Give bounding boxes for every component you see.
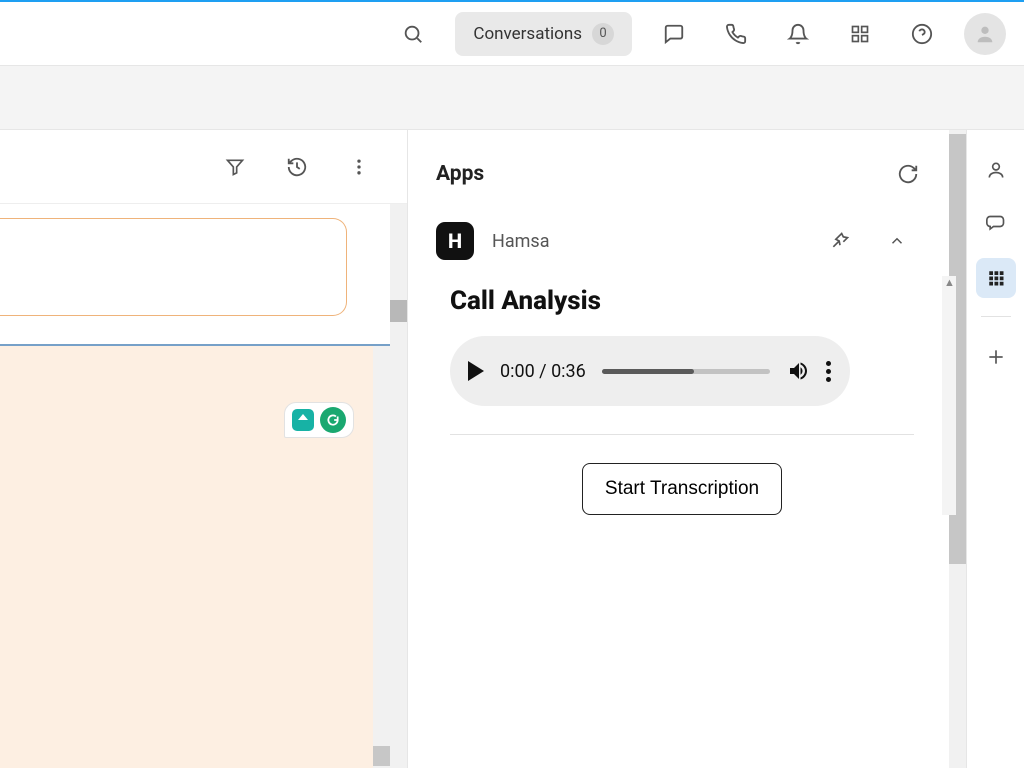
scrollbar-track[interactable] bbox=[942, 276, 956, 515]
history-icon[interactable] bbox=[277, 147, 317, 187]
scrollbar-track[interactable] bbox=[373, 346, 390, 768]
chat-icon[interactable] bbox=[654, 14, 694, 54]
conversation-list[interactable] bbox=[0, 204, 407, 768]
avatar[interactable] bbox=[964, 13, 1006, 55]
rail-add-icon[interactable] bbox=[976, 337, 1016, 377]
chevron-up-icon[interactable] bbox=[888, 232, 928, 250]
grammarly-icon bbox=[320, 407, 346, 433]
scrollbar-thumb[interactable] bbox=[390, 300, 407, 322]
start-transcription-button[interactable]: Start Transcription bbox=[582, 463, 782, 515]
audio-seek-track[interactable] bbox=[602, 369, 770, 374]
play-button[interactable] bbox=[468, 361, 484, 381]
bell-icon[interactable] bbox=[778, 14, 818, 54]
app-body: ▲ Call Analysis 0:00 / 0:36 Start Transc… bbox=[436, 276, 928, 515]
hamsa-logo-icon: H bbox=[436, 222, 474, 260]
grammarly-chip[interactable] bbox=[284, 402, 354, 438]
compose-area[interactable] bbox=[0, 344, 390, 768]
rail-apps-grid-icon[interactable] bbox=[976, 258, 1016, 298]
left-toolbar bbox=[0, 130, 407, 204]
section-title: Call Analysis bbox=[450, 286, 928, 316]
top-nav: Conversations 0 bbox=[0, 2, 1024, 66]
app-row-hamsa: H Hamsa bbox=[436, 222, 928, 260]
audio-time-label: 0:00 / 0:36 bbox=[500, 361, 586, 382]
apps-grid-icon[interactable] bbox=[840, 14, 880, 54]
conversations-count-badge: 0 bbox=[592, 23, 614, 45]
help-icon[interactable] bbox=[902, 14, 942, 54]
pin-icon[interactable] bbox=[830, 231, 870, 251]
more-menu-icon[interactable] bbox=[339, 147, 379, 187]
app-name-label: Hamsa bbox=[492, 231, 812, 252]
filter-icon[interactable] bbox=[215, 147, 255, 187]
list-item[interactable] bbox=[0, 218, 347, 316]
rail-conversations-icon[interactable] bbox=[976, 204, 1016, 244]
left-column bbox=[0, 130, 408, 768]
volume-icon[interactable] bbox=[786, 359, 810, 383]
assist-icon bbox=[292, 409, 314, 431]
audio-more-icon[interactable] bbox=[826, 361, 832, 382]
scrollbar-thumb[interactable] bbox=[373, 746, 390, 766]
scrollbar-track[interactable] bbox=[390, 204, 407, 768]
phone-icon[interactable] bbox=[716, 14, 756, 54]
scroll-arrow-up-icon[interactable]: ▲ bbox=[944, 276, 954, 286]
refresh-icon[interactable] bbox=[888, 154, 928, 194]
rail-contact-icon[interactable] bbox=[976, 150, 1016, 190]
apps-panel: Apps H Hamsa ▲ Call Analysis 0:00 / 0:36 bbox=[408, 130, 966, 768]
apps-panel-title: Apps bbox=[436, 162, 484, 186]
search-icon[interactable] bbox=[393, 14, 433, 54]
conversations-label: Conversations bbox=[473, 24, 582, 44]
right-rail bbox=[966, 130, 1024, 768]
subheader bbox=[0, 66, 1024, 130]
conversations-pill[interactable]: Conversations 0 bbox=[455, 12, 632, 56]
divider bbox=[450, 434, 914, 435]
audio-player: 0:00 / 0:36 bbox=[450, 336, 850, 406]
